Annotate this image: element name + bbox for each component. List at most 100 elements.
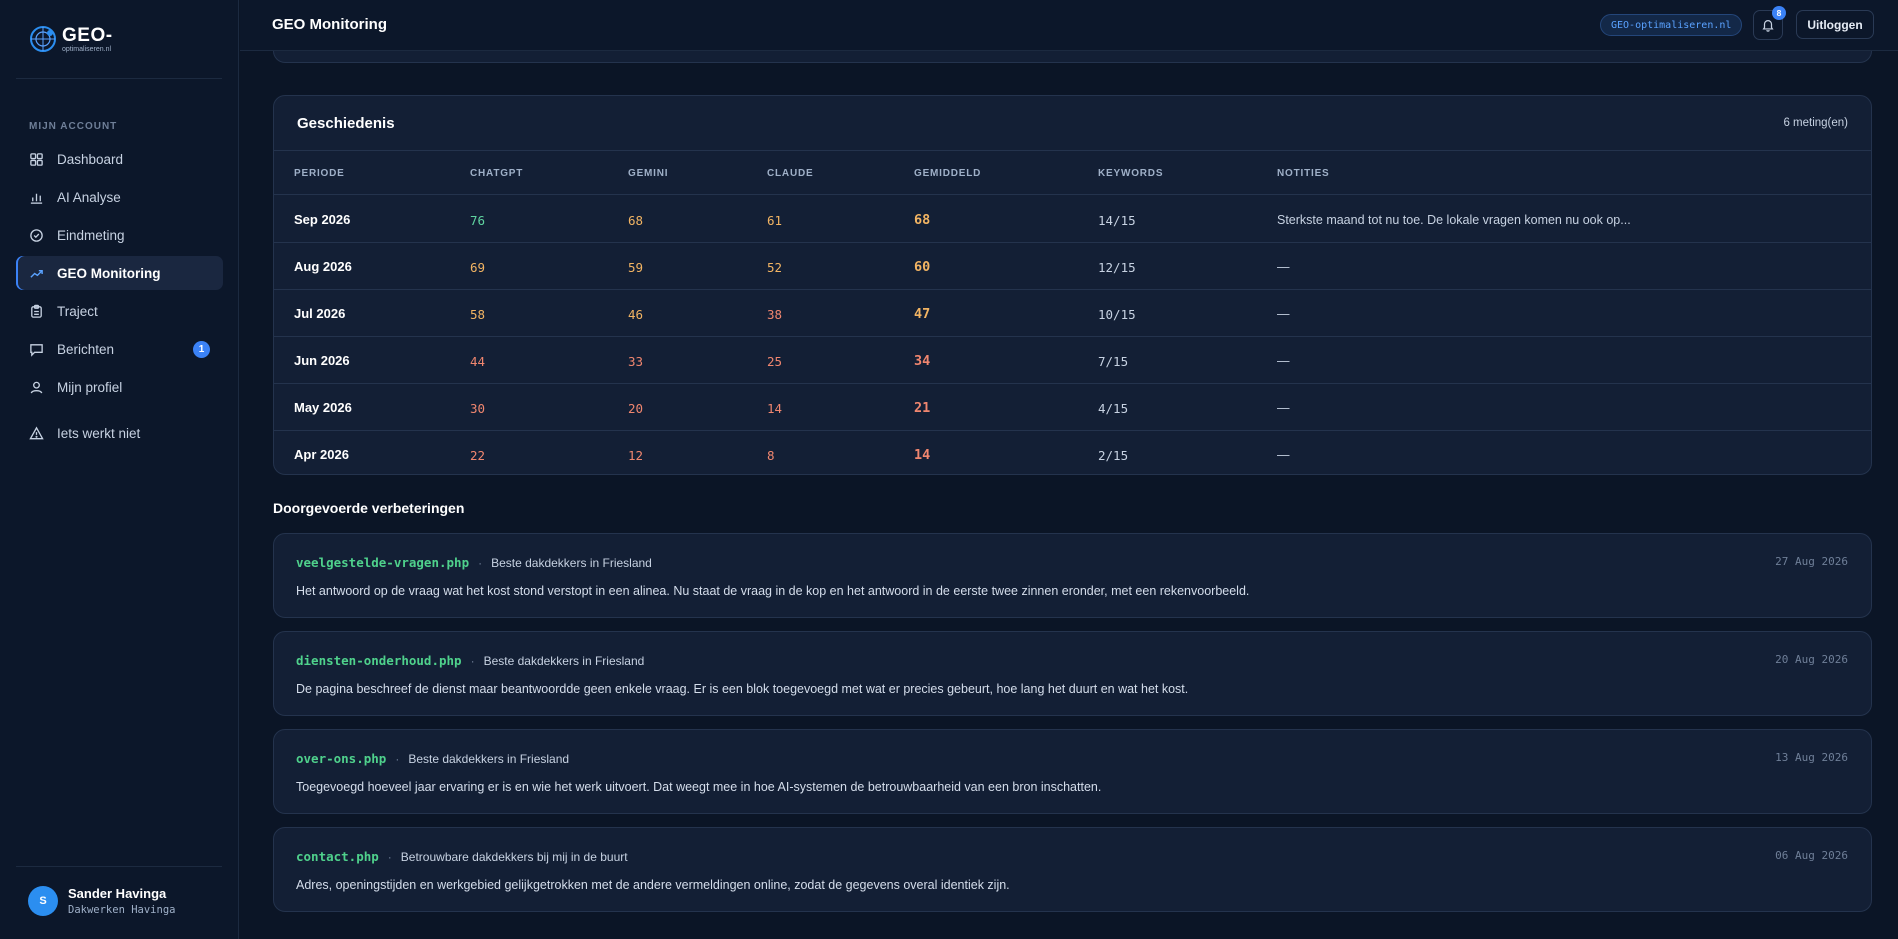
logout-button[interactable]: Uitloggen <box>1796 10 1874 39</box>
user-name: Sander Havinga <box>68 886 167 901</box>
improvement-description: Toegevoegd hoeveel jaar ervaring er is e… <box>296 780 1102 794</box>
column-header-keywords: KEYWORDS <box>1098 168 1164 179</box>
improvement-header: veelgestelde-vragen.php · Beste dakdekkers… <box>296 555 652 570</box>
cell-claude-score: 8 <box>767 448 775 463</box>
separator-dot: · <box>478 555 483 570</box>
improvement-description: Adres, openingstijden en werkgebied geli… <box>296 878 1010 892</box>
logo-sub-text: optimaliseren.nl <box>62 45 112 53</box>
sidebar-item-geo-monitoring[interactable]: GEO Monitoring <box>16 256 223 290</box>
sidebar-item-iets-werkt-niet[interactable]: Iets werkt niet <box>16 416 223 450</box>
cell-claude-score: 14 <box>767 401 783 416</box>
cell-claude-score: 52 <box>767 260 783 275</box>
separator-dot: · <box>470 653 475 668</box>
improvements-title: Doorgevoerde verbeteringen <box>273 500 465 516</box>
cell-claude-score: 38 <box>767 307 783 322</box>
cell-period: Jul 2026 <box>294 306 346 321</box>
cell-gemini-score: 33 <box>628 354 644 369</box>
improvement-date: 06 Aug 2026 <box>1775 849 1848 862</box>
improvement-card[interactable]: diensten-onderhoud.php · Beste dakdekkers … <box>273 631 1872 716</box>
user-company: Dakwerken Havinga <box>68 904 176 916</box>
sidebar-item-ai-analyse[interactable]: AI Analyse <box>16 180 223 214</box>
sidebar-item-label: Dashboard <box>57 151 124 167</box>
cell-notes: — <box>1277 448 1290 462</box>
warning-icon <box>29 426 44 439</box>
table-row[interactable]: Sep 2026 76 68 61 68 14/15 Sterkste maand tot … <box>274 196 1871 243</box>
section-label: MIJN ACCOUNT <box>29 121 118 132</box>
cell-claude-score: 61 <box>767 213 783 228</box>
cell-period: Apr 2026 <box>294 447 349 462</box>
cell-chatgpt-score: 69 <box>470 260 486 275</box>
message-icon <box>30 343 43 357</box>
cell-chatgpt-score: 76 <box>470 213 486 228</box>
cell-average-score: 47 <box>914 306 931 322</box>
logo-main-text: GEO- <box>62 24 113 46</box>
table-row[interactable]: May 2026 30 20 14 21 4/15 — <box>274 384 1871 431</box>
grid-icon <box>30 152 43 166</box>
bar-chart-icon <box>30 193 43 204</box>
improvement-card[interactable]: contact.php · Betrouwbare dakdekkers bij m… <box>273 827 1872 912</box>
sidebar-item-label: AI Analyse <box>57 189 121 205</box>
table-row[interactable]: Jun 2026 44 33 25 34 7/15 — <box>274 337 1871 384</box>
history-card: Geschiedenis 6 meting(en) PERIODE CHATGP… <box>273 95 1872 475</box>
table-row[interactable]: Jul 2026 58 46 38 47 10/15 — <box>274 290 1871 337</box>
sidebar-item-berichten[interactable]: Berichten 1 <box>16 332 223 366</box>
separator-dot: · <box>387 849 392 864</box>
page-title: GEO Monitoring <box>272 16 387 33</box>
user-profile[interactable]: S Sander Havinga Dakwerken Havinga <box>28 886 175 916</box>
improvement-keyword: Betrouwbare dakdekkers bij mij in de buu… <box>400 849 628 864</box>
sidebar-item-mijn-profiel[interactable]: Mijn profiel <box>16 370 223 404</box>
sidebar-divider <box>16 78 222 79</box>
brand-logo[interactable]: GEO- optimaliseren.nl <box>28 24 113 54</box>
trending-up-icon <box>30 269 43 278</box>
cell-notes: — <box>1277 260 1290 274</box>
improvement-file[interactable]: contact.php <box>296 849 379 864</box>
measurement-count: 6 meting(en) <box>1783 117 1848 129</box>
cell-average-score: 60 <box>914 259 931 275</box>
notifications-button[interactable]: 8 <box>1753 6 1786 40</box>
cell-claude-score: 25 <box>767 354 783 369</box>
cell-gemini-score: 68 <box>628 213 644 228</box>
sidebar-divider <box>16 866 222 867</box>
improvement-file[interactable]: veelgestelde-vragen.php <box>296 555 469 570</box>
improvement-card[interactable]: veelgestelde-vragen.php · Beste dakdekkers… <box>273 533 1872 618</box>
clipboard-icon <box>31 304 42 318</box>
table-row[interactable]: Apr 2026 22 12 8 14 2/15 — <box>274 431 1871 474</box>
cell-average-score: 68 <box>914 212 931 228</box>
sidebar-item-dashboard[interactable]: Dashboard <box>16 142 223 176</box>
sidebar-item-label: Iets werkt niet <box>57 425 141 441</box>
cell-keywords: 4/15 <box>1098 401 1129 416</box>
cell-gemini-score: 20 <box>628 401 644 416</box>
cell-keywords: 12/15 <box>1098 260 1136 275</box>
column-header-gemiddeld: GEMIDDELD <box>914 168 982 179</box>
main-content: Geschiedenis 6 meting(en) PERIODE CHATGP… <box>240 21 1898 939</box>
unread-badge: 1 <box>193 341 210 358</box>
sidebar-item-label: GEO Monitoring <box>57 265 161 281</box>
improvement-date: 27 Aug 2026 <box>1775 555 1848 568</box>
improvement-file[interactable]: diensten-onderhoud.php <box>296 653 462 668</box>
sidebar-item-traject[interactable]: Traject <box>16 294 223 328</box>
table-header: PERIODE CHATGPT GEMINI CLAUDE GEMIDDELD … <box>274 151 1871 195</box>
history-title: Geschiedenis <box>297 115 395 132</box>
cell-notes: Sterkste maand tot nu toe. De lokale vra… <box>1277 213 1631 227</box>
column-header-chatgpt: CHATGPT <box>470 168 524 179</box>
notification-count-badge: 8 <box>1772 6 1786 20</box>
cell-notes: — <box>1277 307 1290 321</box>
improvement-header: over-ons.php · Beste dakdekkers in Friesla… <box>296 751 569 766</box>
check-circle-icon <box>30 228 43 242</box>
sidebar-item-label: Traject <box>57 303 98 319</box>
improvement-header: contact.php · Betrouwbare dakdekkers bij m… <box>296 849 628 864</box>
history-card-header: Geschiedenis 6 meting(en) <box>274 96 1871 151</box>
separator-dot: · <box>395 751 400 766</box>
cell-chatgpt-score: 58 <box>470 307 486 322</box>
table-row[interactable]: Aug 2026 69 59 52 60 12/15 — <box>274 243 1871 290</box>
improvement-file[interactable]: over-ons.php <box>296 751 386 766</box>
cell-chatgpt-score: 44 <box>470 354 486 369</box>
domain-badge[interactable]: GEO-optimaliseren.nl <box>1600 14 1743 36</box>
cell-period: May 2026 <box>294 400 352 415</box>
bell-icon <box>1762 20 1774 32</box>
improvement-card[interactable]: over-ons.php · Beste dakdekkers in Friesla… <box>273 729 1872 814</box>
cell-gemini-score: 12 <box>628 448 644 463</box>
sidebar-item-eindmeting[interactable]: Eindmeting <box>16 218 223 252</box>
cell-average-score: 21 <box>914 400 931 416</box>
cell-average-score: 34 <box>914 353 931 369</box>
